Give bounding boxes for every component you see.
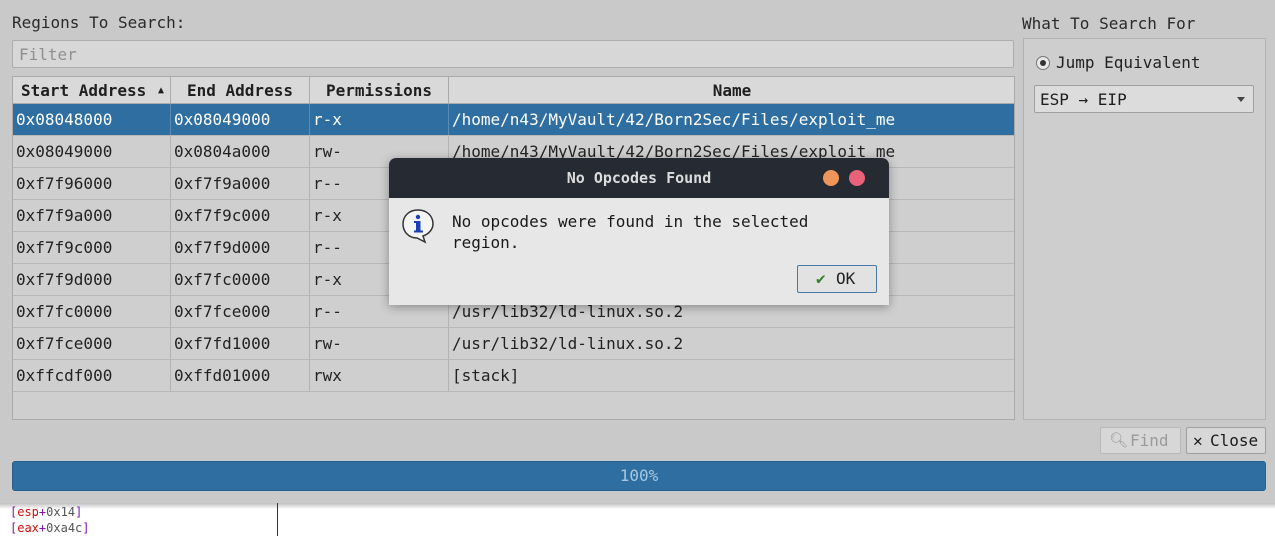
- disasm-operand-line-2: [eax+0xa4c]: [10, 521, 90, 535]
- cell-end: 0xf7fc0000: [171, 264, 310, 295]
- cell-end: 0x08049000: [171, 104, 310, 135]
- cell-end: 0xf7fce000: [171, 296, 310, 327]
- regions-label: Regions To Search:: [12, 13, 186, 32]
- cell-name: /usr/lib32/ld-linux.so.2: [452, 334, 684, 353]
- cell-perm: rwx: [310, 360, 449, 391]
- cell-start: 0xffcdf000: [13, 360, 171, 391]
- dialog-titlebar[interactable]: No Opcodes Found: [389, 158, 889, 198]
- progress-bar: 100%: [12, 461, 1266, 491]
- table-header: Start Address ▲ End Address Permissions …: [13, 77, 1014, 104]
- cell-start: 0xf7f96000: [13, 168, 171, 199]
- cell-start: 0xf7f9c000: [13, 232, 171, 263]
- jump-type-select[interactable]: ESP → EIP: [1034, 85, 1254, 113]
- search-icon: 🔍︎: [1109, 431, 1129, 449]
- progress-text: 100%: [619, 466, 659, 485]
- cell-start: 0xf7f9a000: [13, 200, 171, 231]
- no-opcodes-dialog: No Opcodes Found No opcodes were found i…: [389, 158, 889, 305]
- table-row[interactable]: 0x08048000 0x08049000 r-x/home/n43/MyVault…: [13, 104, 1014, 136]
- minimize-icon[interactable]: [823, 170, 839, 186]
- cell-end: 0xf7f9d000: [171, 232, 310, 263]
- filter-input[interactable]: [12, 40, 1014, 68]
- info-icon: [401, 208, 435, 248]
- cell-start: 0xf7fc0000: [13, 296, 171, 327]
- cell-start: 0x08048000: [13, 104, 171, 135]
- chevron-down-icon: [1237, 97, 1245, 102]
- dialog-message: No opcodes were found in the selected re…: [452, 212, 809, 252]
- jump-equivalent-label[interactable]: Jump Equivalent: [1056, 53, 1201, 72]
- table-row[interactable]: 0xffcdf000 0xffd01000 rwx [stack]: [13, 360, 1014, 392]
- table-row[interactable]: 0xf7fce000 0xf7fd1000 rw-/usr/lib32/ld-lin…: [13, 328, 1014, 360]
- close-icon: ✕: [1193, 431, 1203, 450]
- search-for-label: What To Search For: [1022, 14, 1196, 33]
- close-window-icon[interactable]: [849, 170, 865, 186]
- jump-type-value: ESP → EIP: [1040, 90, 1127, 109]
- column-end-address[interactable]: End Address: [171, 77, 310, 103]
- cell-name: [stack]: [452, 366, 520, 385]
- cell-start: 0xf7fce000: [13, 328, 171, 359]
- disasm-divider: [277, 503, 278, 536]
- ok-button[interactable]: ✔ OK: [797, 265, 877, 293]
- disasm-operand-line-1: [esp+0x14]: [10, 505, 83, 519]
- column-start-address[interactable]: Start Address ▲: [13, 77, 171, 103]
- cell-start: 0xf7f9d000: [13, 264, 171, 295]
- check-icon: ✔: [816, 269, 826, 288]
- cell-end: 0x0804a000: [171, 136, 310, 167]
- cell-end: 0xf7f9c000: [171, 200, 310, 231]
- window-shadow: [0, 503, 1275, 509]
- sort-ascending-icon: ▲: [157, 85, 164, 96]
- cell-name: /home/n43/MyVault/42/Born2Sec/Files/expl…: [452, 110, 896, 129]
- column-name[interactable]: Name: [449, 77, 1014, 103]
- cell-end: 0xf7fd1000: [171, 328, 310, 359]
- close-button[interactable]: ✕ Close: [1186, 427, 1266, 454]
- dialog-title: No Opcodes Found: [566, 169, 712, 187]
- search-options-panel: Jump Equivalent ESP → EIP: [1023, 38, 1266, 420]
- find-button[interactable]: 🔍︎ Find: [1100, 427, 1181, 454]
- column-permissions[interactable]: Permissions: [310, 77, 449, 103]
- cell-end: 0xffd01000: [171, 360, 310, 391]
- cell-start: 0x08049000: [13, 136, 171, 167]
- cell-perm: rw-: [310, 328, 449, 359]
- cell-perm: r-x: [310, 104, 449, 135]
- cell-end: 0xf7f9a000: [171, 168, 310, 199]
- jump-equivalent-radio[interactable]: [1036, 56, 1050, 70]
